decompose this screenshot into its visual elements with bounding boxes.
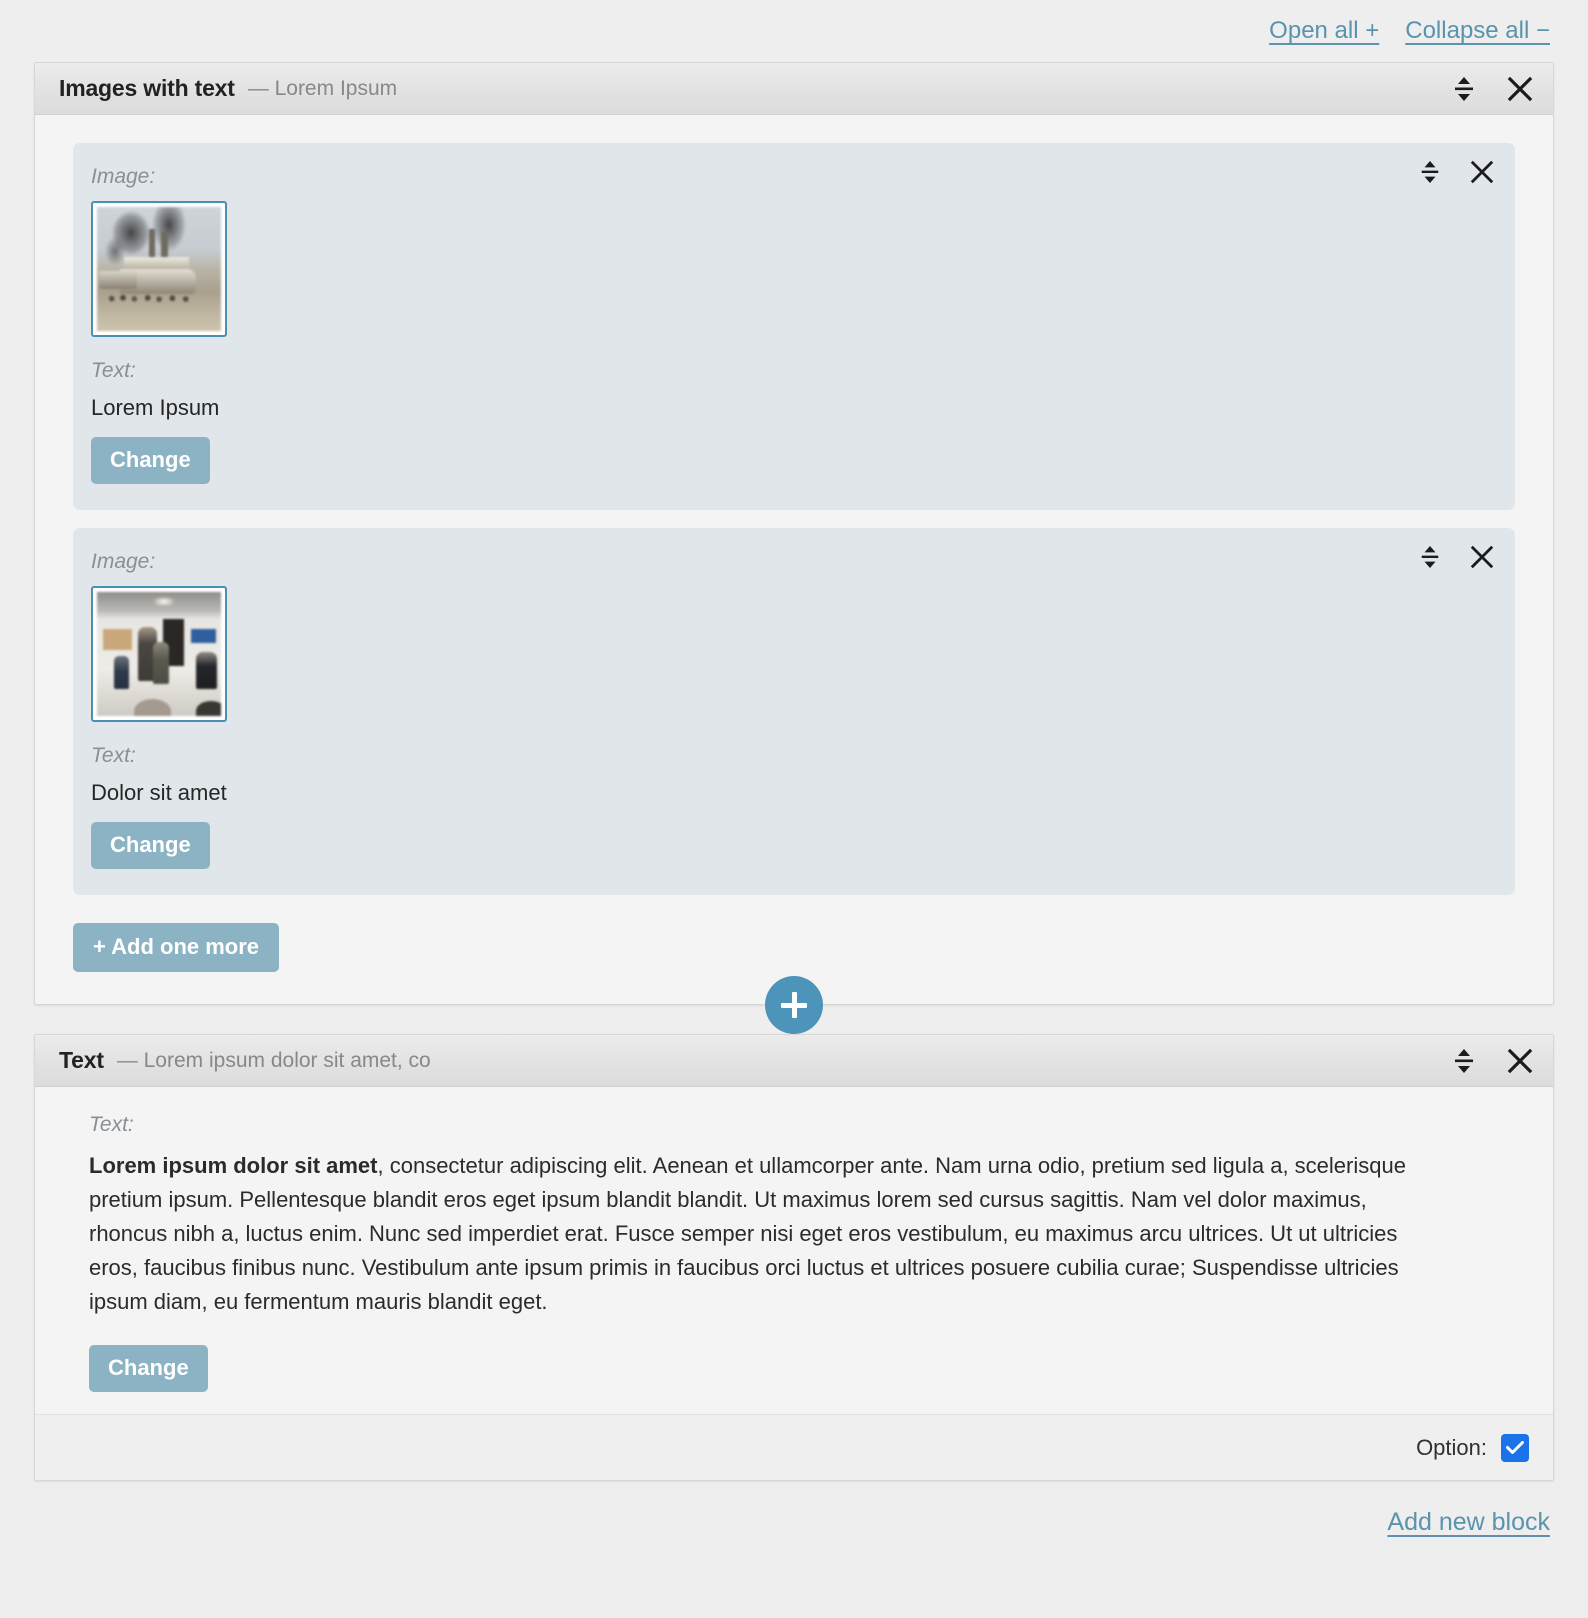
close-icon[interactable] [1505, 1046, 1535, 1076]
open-all-link[interactable]: Open all + [1269, 17, 1379, 45]
text-field-label: Text: [89, 1113, 134, 1136]
list-item: Image: Text: Dolor sit amet Change [73, 528, 1515, 895]
add-block-button[interactable] [765, 976, 823, 1034]
change-button[interactable]: Change [91, 822, 210, 869]
close-icon[interactable] [1467, 542, 1497, 572]
option-checkbox[interactable] [1501, 1433, 1529, 1462]
block-header-actions [1449, 1046, 1535, 1076]
block-text: Text — Lorem ipsum dolor sit amet, co Te… [34, 1034, 1554, 1482]
close-icon[interactable] [1505, 74, 1535, 104]
block-header: Text — Lorem ipsum dolor sit amet, co [35, 1035, 1553, 1087]
add-new-block-link[interactable]: Add new block [1387, 1508, 1550, 1537]
change-button[interactable]: Change [89, 1345, 208, 1393]
image-thumbnail[interactable] [91, 201, 227, 337]
item-actions [1415, 157, 1497, 187]
block-title: Text [59, 1047, 104, 1073]
add-one-more-button[interactable]: + Add one more [73, 923, 280, 972]
collapse-all-link[interactable]: Collapse all − [1405, 17, 1550, 45]
text-field-value: Dolor sit amet [91, 780, 227, 805]
block-footer: Option: [35, 1414, 1553, 1481]
block-header-actions [1449, 74, 1535, 104]
text-field-label: Text: [91, 359, 136, 382]
check-icon [1506, 1440, 1524, 1454]
gallery-photo [97, 592, 221, 716]
option-label: Option: [1416, 1434, 1487, 1460]
global-toolbar: Open all + Collapse all − [34, 0, 1554, 62]
block-body: Image: Text: Lorem Ipsum Change Image: T… [35, 115, 1553, 1004]
text-field-value: Lorem ipsum dolor sit amet, consectetur … [89, 1149, 1419, 1319]
text-field-label: Text: [91, 744, 136, 767]
block-header: Images with text — Lorem Ipsum [35, 63, 1553, 115]
text-field-value: Lorem Ipsum [91, 395, 220, 420]
block-subtitle: — Lorem Ipsum [247, 76, 398, 100]
page-footer: Add new block [34, 1481, 1554, 1563]
item-actions [1415, 542, 1497, 572]
editor-page: Open all + Collapse all − Images with te… [0, 0, 1588, 1618]
steamboat-photo [97, 207, 221, 331]
image-thumbnail[interactable] [91, 586, 227, 722]
move-vertical-icon[interactable] [1415, 157, 1445, 187]
move-vertical-icon[interactable] [1449, 74, 1479, 104]
move-vertical-icon[interactable] [1415, 542, 1445, 572]
image-field-label: Image: [91, 165, 156, 188]
image-field-label: Image: [91, 550, 156, 573]
change-button[interactable]: Change [91, 437, 210, 484]
close-icon[interactable] [1467, 157, 1497, 187]
block-subtitle: — Lorem ipsum dolor sit amet, co [116, 1048, 431, 1072]
block-title: Images with text [59, 75, 235, 101]
list-item: Image: Text: Lorem Ipsum Change [73, 143, 1515, 510]
paragraph-lead-bold: Lorem ipsum dolor sit amet [89, 1153, 378, 1178]
block-body: Text: Lorem ipsum dolor sit amet, consec… [35, 1087, 1553, 1414]
move-vertical-icon[interactable] [1449, 1046, 1479, 1076]
block-images-with-text: Images with text — Lorem Ipsum Image: Te… [34, 62, 1554, 1005]
